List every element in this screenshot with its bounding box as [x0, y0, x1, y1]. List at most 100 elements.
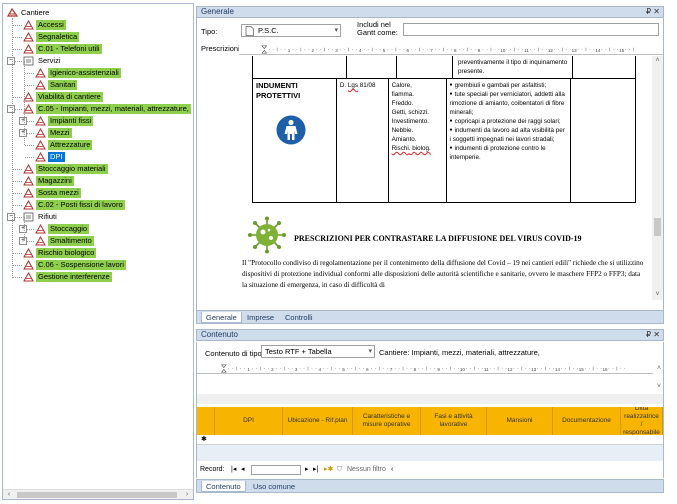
- no-filter-label[interactable]: Nessun filtro: [347, 464, 386, 476]
- svg-text:3: 3: [335, 48, 338, 53]
- chevron-down-icon[interactable]: ▾: [334, 25, 338, 36]
- site-node-icon: [35, 116, 46, 126]
- grid-column-header[interactable]: Documentazione: [553, 407, 621, 435]
- svg-text:7: 7: [390, 367, 393, 372]
- scroll-down-icon[interactable]: ˅: [652, 290, 663, 300]
- prescrizioni-label: Prescrizioni:: [201, 44, 242, 53]
- ppe-bullet-list: grembiuli e gambali per asfaltisti;tute …: [450, 81, 567, 162]
- tab-controlli[interactable]: Controlli: [281, 312, 317, 323]
- collapse-icon[interactable]: −: [7, 213, 15, 221]
- scroll-down-icon[interactable]: ˅: [653, 382, 665, 392]
- svg-text:8: 8: [414, 367, 417, 372]
- close-icon[interactable]: ✕: [653, 7, 660, 16]
- svg-text:1: 1: [247, 367, 250, 372]
- expand-icon[interactable]: +: [19, 237, 27, 245]
- tree-item-label: Sosta mezzi: [36, 188, 81, 198]
- tree-item-label: Accessi: [36, 20, 66, 30]
- scroll-left-icon[interactable]: ‹: [3, 490, 15, 499]
- grid-column-header[interactable]: Mansioni: [487, 407, 553, 435]
- scroll-thumb[interactable]: [17, 492, 177, 498]
- tipo-value: P.S.C.: [258, 26, 279, 35]
- tree-item-label: Impianti fissi: [48, 116, 94, 126]
- scroll-left-icon[interactable]: ‹: [391, 464, 393, 476]
- scroll-right-icon[interactable]: ›: [181, 490, 193, 499]
- ruler: 1 2 3 4 5 6 7 8 9 10 11 12 13 14 15: [239, 45, 663, 55]
- site-node-icon: [35, 224, 46, 234]
- risk-last-b: . biolog.: [408, 145, 431, 152]
- ppe-bullet: copricapi a protezione dei raggi solari;: [450, 117, 567, 126]
- cantiere-text: Cantiere: Impianti, mezzi, materiali, at…: [379, 348, 540, 357]
- tree-item-label: Viabilità di cantiere: [36, 92, 103, 102]
- row-selector-header[interactable]: [197, 407, 215, 435]
- grid-column-header[interactable]: Ditta realizzatrice / responsabile: [621, 407, 663, 436]
- site-node-icon: [35, 80, 46, 90]
- tab-uso-comune[interactable]: Uso comune: [249, 481, 299, 492]
- svg-text:12: 12: [507, 367, 513, 372]
- gantt-input[interactable]: [403, 23, 659, 36]
- scroll-up-icon[interactable]: ˄: [652, 56, 663, 66]
- last-record-icon[interactable]: ▸|: [313, 464, 318, 476]
- ppe-bullet: grembiuli e gambali per asfaltisti;: [450, 81, 567, 90]
- site-node-icon: [23, 188, 34, 198]
- svg-text:15: 15: [579, 367, 585, 372]
- contenuto-title: Contenuto: [201, 330, 238, 339]
- grid-column-header[interactable]: Ubicazione - Rif.plan: [283, 407, 353, 435]
- chevron-down-icon[interactable]: ▾: [368, 346, 372, 357]
- svg-text:11: 11: [524, 48, 529, 53]
- contenuto-tipo-select[interactable]: Testo RTF + Tabella ▾: [261, 345, 375, 358]
- close-icon[interactable]: ✕: [653, 330, 660, 339]
- new-record-icon[interactable]: ▸✱: [324, 464, 333, 476]
- tab-imprese[interactable]: Imprese: [243, 312, 278, 323]
- expand-icon[interactable]: +: [19, 225, 27, 233]
- tree-item-label: Sanitari: [48, 80, 78, 90]
- grid-column-header[interactable]: Caratteristiche e misure operative: [353, 407, 421, 435]
- contenuto-tipo-value: Testo RTF + Tabella: [265, 347, 332, 356]
- prev-record-icon[interactable]: ◂: [241, 464, 245, 476]
- tab-contenuto[interactable]: Contenuto: [201, 481, 246, 492]
- risk-item: fiamma.: [391, 91, 414, 98]
- ppe-title: INDUMENTI PROTETTIVI: [256, 81, 301, 100]
- svg-text:14: 14: [555, 367, 561, 372]
- risk-last-a: Rischi: [391, 145, 409, 152]
- tree-item-label: Gestione interferenze: [36, 272, 112, 282]
- risk-item: Freddo.: [391, 100, 414, 107]
- expand-icon[interactable]: +: [19, 129, 27, 137]
- generale-tabs: Generale Imprese Controlli: [196, 310, 664, 324]
- grid-column-header[interactable]: Fasi e attività lavorative: [421, 407, 487, 435]
- generale-title: Generale: [201, 7, 234, 16]
- project-tree[interactable]: Cantiere Accessi Segnaletica C.01 - Telefo…: [2, 3, 194, 500]
- tab-generale[interactable]: Generale: [201, 312, 242, 323]
- new-record-row[interactable]: ✱: [197, 435, 663, 445]
- svg-text:3: 3: [295, 367, 298, 372]
- prescrizioni-editor[interactable]: preventivamente il tipo di inquinamento …: [238, 56, 652, 300]
- scroll-thumb[interactable]: [654, 218, 661, 236]
- editor-vertical-scrollbar[interactable]: ˄ ˅: [652, 56, 663, 300]
- svg-text:8: 8: [454, 48, 457, 53]
- law-prefix: D.: [339, 82, 348, 89]
- expand-icon[interactable]: +: [19, 117, 27, 125]
- grid-column-header[interactable]: DPI: [215, 407, 283, 435]
- site-node-icon: [35, 236, 46, 246]
- svg-text:9: 9: [478, 48, 481, 53]
- tree-item-label: Smaltimento: [48, 236, 94, 246]
- pin-icon[interactable]: ₽: [646, 7, 651, 16]
- record-label: Record:: [200, 466, 225, 473]
- first-record-icon[interactable]: |◂: [231, 464, 236, 476]
- tree-horizontal-scrollbar[interactable]: ‹ ›: [3, 489, 193, 499]
- collapse-icon[interactable]: −: [7, 105, 15, 113]
- pin-icon[interactable]: ₽: [646, 330, 651, 339]
- svg-text:13: 13: [531, 367, 537, 372]
- content-hscroll[interactable]: [197, 394, 663, 404]
- tree-item-label: Stoccaggio: [48, 224, 90, 234]
- dpi-grid[interactable]: DPI Ubicazione - Rif.plan Caratteristiche …: [197, 407, 663, 461]
- law-suffix: 81/08: [358, 82, 376, 89]
- ruler: 1 2 3 4 5 6 7 8 9 10 11 12 13 14 15 16: [197, 364, 653, 374]
- collapse-icon[interactable]: −: [7, 57, 15, 65]
- site-node-icon: [23, 248, 34, 258]
- scroll-up-icon[interactable]: ˄: [653, 364, 665, 374]
- filter-icon[interactable]: ⛉: [337, 464, 342, 476]
- next-record-icon[interactable]: ▸: [305, 464, 309, 476]
- record-number-input[interactable]: [251, 465, 301, 475]
- svg-text:2: 2: [312, 48, 315, 53]
- tipo-select[interactable]: P.S.C. ▾: [241, 24, 341, 37]
